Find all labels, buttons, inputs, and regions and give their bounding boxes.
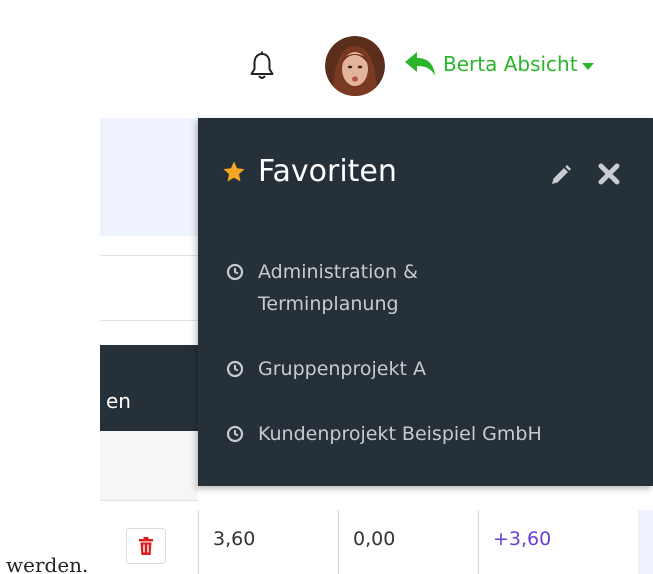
bell-icon[interactable] (247, 50, 277, 82)
clock-icon (226, 425, 244, 443)
divider (100, 320, 198, 321)
favorites-list: Administration & Terminplanung Gruppenpr… (226, 256, 646, 450)
favorite-item-label: Kundenprojekt Beispiel GmbH (258, 423, 542, 445)
table-row: 3,60 0,00 +3,60 (198, 510, 653, 574)
column-header-label: en (106, 389, 131, 413)
table-column-header: en (100, 345, 198, 431)
table-row (100, 431, 198, 500)
trash-icon (139, 537, 153, 555)
reply-arrow-icon (405, 52, 435, 76)
table-cell: +3,60 (478, 510, 618, 574)
pencil-icon[interactable] (548, 164, 572, 188)
user-avatar[interactable] (325, 36, 385, 96)
favorites-title: Favoriten (258, 154, 397, 189)
clock-icon (226, 360, 244, 378)
divider (100, 500, 198, 501)
favorites-header: Favoriten (222, 154, 397, 189)
close-icon[interactable] (597, 162, 621, 186)
body-text: werden. (6, 553, 89, 574)
clock-icon (226, 263, 244, 281)
favorite-item-label: Administration & Terminplanung (258, 261, 418, 315)
user-menu-toggle[interactable]: Berta Absicht (403, 46, 594, 82)
table-cell: 0,00 (338, 510, 478, 574)
user-name: Berta Absicht (443, 52, 578, 76)
favorite-item[interactable]: Administration & Terminplanung (226, 256, 646, 320)
table-side-strip (638, 510, 653, 574)
favorites-panel: Favoriten Administration & Terminplanung… (198, 118, 653, 486)
star-icon (223, 161, 245, 181)
delete-button[interactable] (126, 528, 166, 564)
favorite-item-label: Gruppenprojekt A (258, 358, 426, 380)
table-cell: 3,60 (198, 510, 338, 574)
favorite-item[interactable]: Kundenprojekt Beispiel GmbH (226, 418, 646, 450)
caret-down-icon (581, 62, 594, 70)
favorite-item[interactable]: Gruppenprojekt A (226, 353, 646, 385)
divider (100, 255, 198, 256)
